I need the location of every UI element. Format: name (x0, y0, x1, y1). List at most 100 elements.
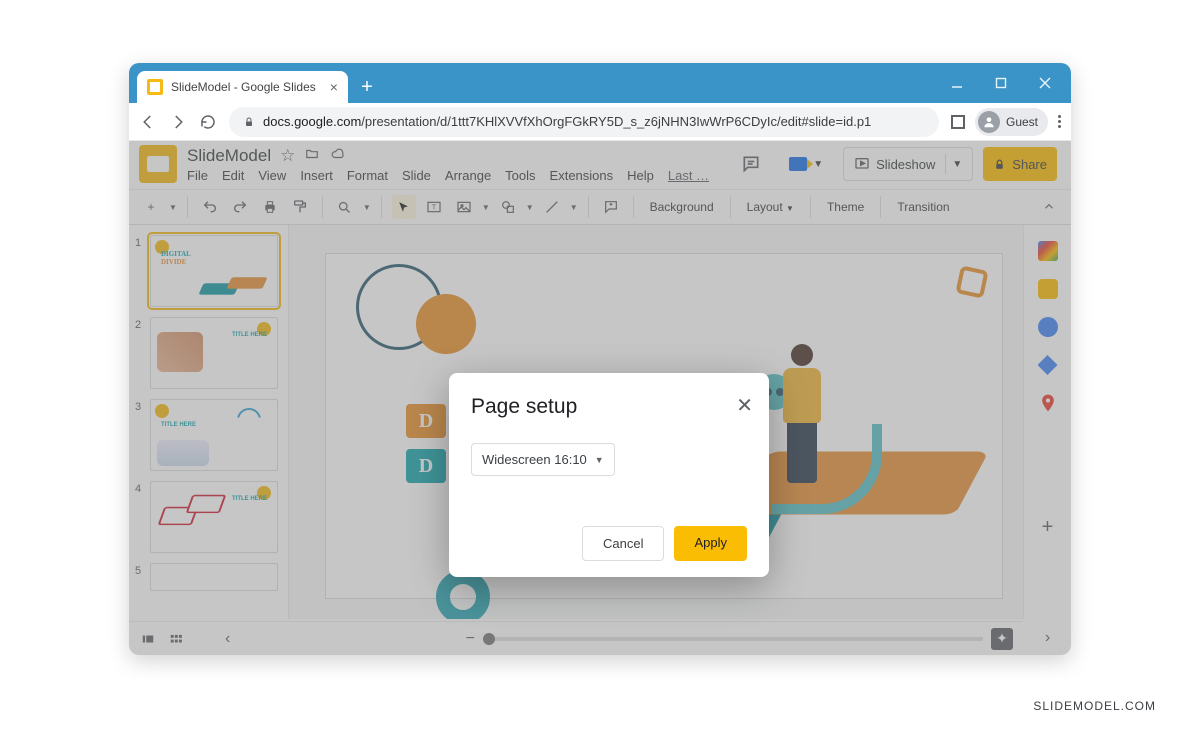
new-slide-button[interactable]: + (139, 195, 163, 219)
document-title[interactable]: SlideModel (187, 146, 271, 166)
grid-view-icon[interactable] (167, 632, 185, 646)
browser-tab[interactable]: SlideModel - Google Slides × (137, 71, 348, 103)
menu-view[interactable]: View (258, 168, 286, 183)
addons-plus-icon[interactable]: + (1042, 516, 1054, 539)
slideshow-label: Slideshow (876, 157, 935, 172)
calendar-icon[interactable] (1038, 241, 1058, 261)
menu-edit[interactable]: Edit (222, 168, 244, 183)
arc-shape (436, 570, 490, 619)
explore-button[interactable]: ✦ (991, 628, 1013, 650)
line-tool[interactable] (540, 195, 564, 219)
theme-button[interactable]: Theme (821, 200, 870, 214)
tab-close-icon[interactable]: × (330, 79, 338, 95)
browser-menu-icon[interactable] (1058, 115, 1061, 128)
contacts-icon[interactable] (1038, 355, 1058, 375)
transition-button[interactable]: Transition (891, 200, 955, 214)
keep-icon[interactable] (1038, 279, 1058, 299)
slide-thumbnail-5[interactable] (150, 563, 278, 591)
menu-slide[interactable]: Slide (402, 168, 431, 183)
slide-thumbnail-3[interactable]: TITLE HERE (150, 399, 278, 471)
menu-insert[interactable]: Insert (300, 168, 333, 183)
redo-button[interactable] (228, 195, 252, 219)
menu-help[interactable]: Help (627, 168, 654, 183)
slideshow-button[interactable]: Slideshow ▼ (843, 147, 973, 181)
url-text: docs.google.com/presentation/d/1ttt7KHlX… (263, 114, 871, 129)
apply-button[interactable]: Apply (674, 526, 747, 561)
undo-button[interactable] (198, 195, 222, 219)
window-maximize-icon[interactable] (979, 63, 1023, 103)
paint-format-button[interactable] (288, 195, 312, 219)
corner-badge-icon (958, 268, 988, 298)
caret-down-icon[interactable]: ▼ (169, 203, 177, 212)
menu-extensions[interactable]: Extensions (550, 168, 614, 183)
avatar-icon (978, 111, 1000, 133)
thumb-number: 1 (135, 235, 145, 307)
nav-back-icon[interactable] (139, 113, 157, 131)
person-figure (772, 344, 832, 494)
panel-toggle-icon[interactable] (951, 115, 965, 129)
thumb-number: 2 (135, 317, 145, 389)
nav-reload-icon[interactable] (199, 113, 217, 131)
thumb-number: 5 (135, 563, 145, 591)
tasks-icon[interactable] (1038, 317, 1058, 337)
last-edit-link[interactable]: Last … (668, 168, 709, 183)
background-button[interactable]: Background (644, 200, 720, 214)
guest-label: Guest (1006, 115, 1038, 129)
sidepanel-collapse-icon[interactable]: › (1045, 629, 1050, 647)
share-button[interactable]: Share (983, 147, 1057, 181)
comment-tool[interactable] (599, 195, 623, 219)
slide-thumbnail-4[interactable]: TITLE HERE (150, 481, 278, 553)
profile-guest-chip[interactable]: Guest (975, 108, 1048, 136)
caret-down-icon[interactable]: ▼ (570, 203, 578, 212)
app-header: SlideModel ☆ File Edit View Insert Forma… (129, 141, 1071, 183)
textbox-tool[interactable]: T (422, 195, 446, 219)
toolbar: + ▼ ▼ T ▼ ▼ ▼ Background Layout ▼ (129, 189, 1071, 225)
page-setup-dialog: Page setup ✕ Widescreen 16:10 ▼ Cancel A… (449, 373, 769, 577)
move-folder-icon[interactable] (304, 146, 320, 166)
maps-icon[interactable] (1038, 393, 1058, 413)
slides-app: SlideModel ☆ File Edit View Insert Forma… (129, 141, 1071, 655)
zoom-out-icon[interactable]: − (466, 630, 475, 648)
slide-thumbnail-2[interactable]: TITLE HERE (150, 317, 278, 389)
star-icon[interactable]: ☆ (280, 146, 295, 166)
new-tab-button[interactable]: + (354, 74, 380, 100)
thumb-number: 3 (135, 399, 145, 471)
comments-button[interactable] (733, 147, 769, 181)
slide-thumbnail-1[interactable]: DIGITAL DIVIDE (150, 235, 278, 307)
zoom-slider[interactable] (483, 637, 983, 641)
lock-icon (993, 158, 1006, 171)
menu-format[interactable]: Format (347, 168, 388, 183)
caret-down-icon[interactable]: ▼ (952, 159, 962, 170)
dialog-close-icon[interactable]: ✕ (736, 393, 753, 418)
share-label: Share (1012, 157, 1047, 172)
window-minimize-icon[interactable] (935, 63, 979, 103)
caret-down-icon[interactable]: ▼ (363, 203, 371, 212)
caret-down-icon[interactable]: ▼ (526, 203, 534, 212)
caret-down-icon[interactable]: ▼ (482, 203, 490, 212)
print-button[interactable] (258, 195, 282, 219)
url-omnibox[interactable]: docs.google.com/presentation/d/1ttt7KHlX… (229, 107, 939, 137)
shape-tool[interactable] (496, 195, 520, 219)
browser-window: SlideModel - Google Slides × + docs.goog… (129, 63, 1071, 655)
thumb-number: 4 (135, 481, 145, 553)
aspect-ratio-dropdown[interactable]: Widescreen 16:10 ▼ (471, 443, 615, 476)
select-tool[interactable] (392, 195, 416, 219)
image-tool[interactable] (452, 195, 476, 219)
filmstrip-view-icon[interactable] (139, 632, 157, 646)
zoom-button[interactable] (333, 195, 357, 219)
menu-tools[interactable]: Tools (505, 168, 535, 183)
window-close-icon[interactable] (1023, 63, 1067, 103)
slides-logo-icon[interactable] (139, 145, 177, 183)
cancel-button[interactable]: Cancel (582, 526, 664, 561)
collapse-toolbar-icon[interactable] (1037, 195, 1061, 219)
caret-down-icon: ▼ (786, 204, 794, 213)
thumb-text: TITLE HERE (161, 422, 196, 428)
menu-file[interactable]: File (187, 168, 208, 183)
layout-button[interactable]: Layout ▼ (741, 200, 800, 214)
thumb-text: TITLE HERE (232, 496, 267, 502)
cloud-status-icon[interactable] (329, 146, 347, 166)
thumb-collapse-icon[interactable]: ‹ (225, 630, 230, 648)
meet-button[interactable]: ▼ (779, 147, 833, 181)
nav-forward-icon[interactable] (169, 113, 187, 131)
menu-arrange[interactable]: Arrange (445, 168, 491, 183)
